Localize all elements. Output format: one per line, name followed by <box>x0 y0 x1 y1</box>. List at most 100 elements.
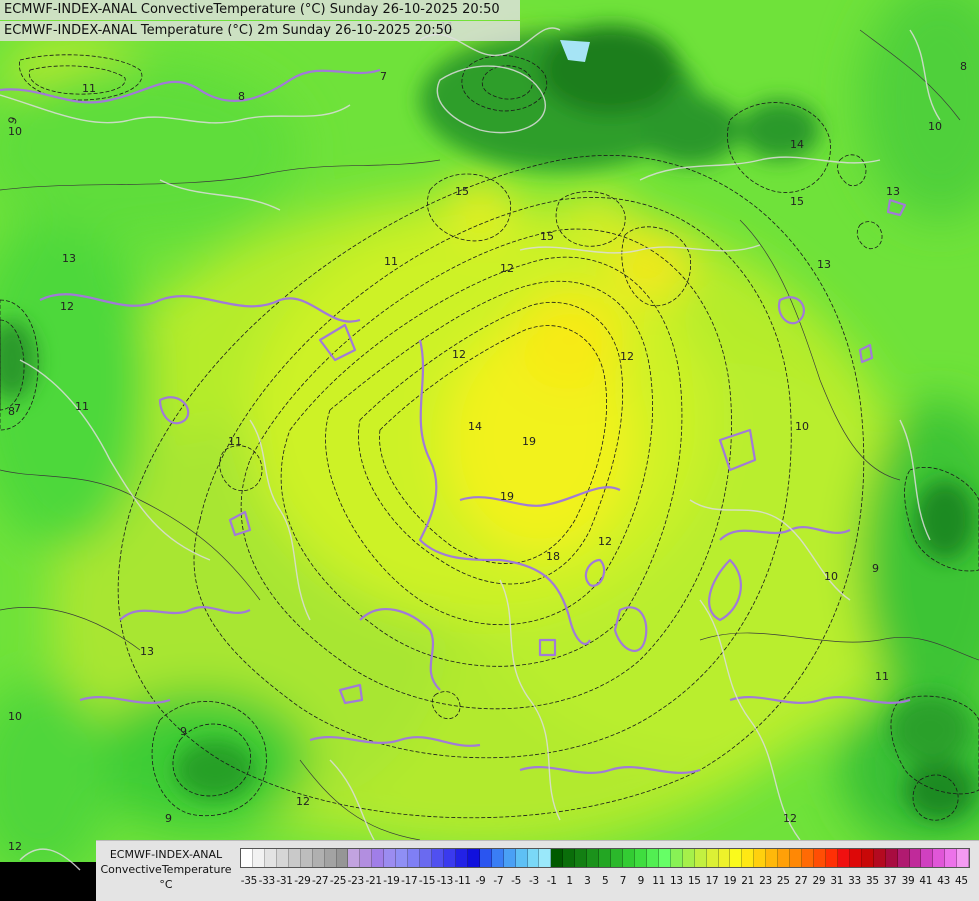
contour-label: 13 <box>817 258 831 271</box>
legend-swatch <box>646 849 659 867</box>
contour-label: 14 <box>790 138 804 151</box>
contour-label: 8 <box>960 60 967 73</box>
legend-tick: -9 <box>475 875 486 887</box>
legend-tick: 17 <box>705 875 719 887</box>
legend-tick: 29 <box>812 875 826 887</box>
contour-label: 7 <box>14 402 21 415</box>
legend-tick: -7 <box>493 875 504 887</box>
legend-swatch <box>611 849 623 867</box>
legend-tick: 11 <box>652 875 665 887</box>
legend-swatch <box>933 849 946 867</box>
contour-label: 8 <box>238 90 245 103</box>
legend-swatch <box>634 849 647 867</box>
legend-swatch <box>623 849 635 867</box>
legend-swatch <box>288 849 301 867</box>
legend-title: ECMWF-INDEX-ANAL ConvectiveTemperature °… <box>98 847 234 892</box>
legend-swatch <box>276 849 289 867</box>
legend-tick: -29 <box>294 875 311 887</box>
contour-label: 10 <box>824 570 838 583</box>
legend-tick: 1 <box>566 875 573 887</box>
contour-label: 12 <box>783 812 797 825</box>
legend-unit: °C <box>159 878 173 891</box>
legend-swatch <box>563 849 576 867</box>
legend-tick: -31 <box>276 875 293 887</box>
legend-swatch <box>861 849 874 867</box>
legend-tick: 39 <box>901 875 915 887</box>
legend-swatch <box>945 849 958 867</box>
legend-swatch <box>551 849 564 867</box>
contour-label: 12 <box>620 350 634 363</box>
legend-swatch <box>802 849 814 867</box>
legend-tick: 41 <box>919 875 933 887</box>
legend-swatch <box>396 849 409 867</box>
legend-tick: 7 <box>619 875 627 887</box>
legend-tick: -15 <box>418 875 436 887</box>
legend-swatch <box>694 849 707 867</box>
legend-swatch <box>539 849 552 867</box>
legend-swatch <box>455 849 468 867</box>
contour-label: 12 <box>60 300 74 313</box>
legend-tick: 21 <box>741 875 755 887</box>
legend-swatch <box>814 849 826 867</box>
legend-tick: 15 <box>687 875 701 887</box>
legend-tick: 27 <box>794 875 808 887</box>
legend-tick: -1 <box>546 875 557 887</box>
legend-swatch <box>348 849 361 867</box>
contour-label: 13 <box>140 645 154 658</box>
legend-tick: 45 <box>955 875 968 887</box>
contour-label: 15 <box>790 195 804 208</box>
legend-tick: 33 <box>848 875 861 887</box>
legend-tick: 43 <box>937 875 950 887</box>
legend-swatch <box>742 849 755 867</box>
legend-swatch <box>849 849 862 867</box>
legend-tick: -35 <box>240 875 258 887</box>
contour-label: 10 <box>795 420 809 433</box>
legend-swatch <box>300 849 313 867</box>
legend-swatch <box>575 849 588 867</box>
color-legend: ECMWF-INDEX-ANAL ConvectiveTemperature °… <box>96 840 979 901</box>
legend-tick: 31 <box>830 875 844 887</box>
legend-swatch <box>312 849 325 867</box>
legend-swatch <box>682 849 695 867</box>
legend-swatch <box>873 849 886 867</box>
legend-swatch <box>384 849 397 867</box>
legend-tick: 3 <box>584 875 591 887</box>
legend-swatch <box>420 849 432 867</box>
contour-label: 10 <box>928 120 942 133</box>
legend-tick: 9 <box>637 875 645 887</box>
legend-swatch <box>670 849 683 867</box>
legend-swatch <box>957 849 970 867</box>
contour-label: 11 <box>384 255 398 268</box>
legend-tick: 25 <box>776 875 790 887</box>
legend-swatch <box>766 849 779 867</box>
contour-label: 13 <box>62 252 76 265</box>
legend-tick-labels: -35 -33 -31 -29 -27 -25 -23 -21 -19 -17 -15 -13 -11-… <box>240 875 970 891</box>
legend-swatch <box>360 849 373 867</box>
legend-tick: -17 <box>401 875 418 887</box>
contour-label: 15 <box>455 185 469 198</box>
legend-swatch <box>252 849 265 867</box>
legend-swatch <box>718 849 731 867</box>
contour-label: 19 <box>500 490 514 503</box>
legend-title-variable: ConvectiveTemperature <box>100 863 232 876</box>
legend-swatch <box>491 849 504 867</box>
legend-swatch <box>336 849 349 867</box>
contour-label: 14 <box>468 420 482 433</box>
legend-swatch <box>264 849 277 867</box>
legend-swatch <box>587 849 600 867</box>
legend-swatch <box>324 849 337 867</box>
weather-map[interactable]: 11 10 9 8 7 13 12 11 15 14 15 13 12 12 1… <box>0 0 979 900</box>
legend-tick: -19 <box>383 875 400 887</box>
contour-label: 19 <box>522 435 536 448</box>
contour-label: 12 <box>500 262 514 275</box>
legend-tick: -13 <box>436 875 454 887</box>
contour-label: 11 <box>875 670 889 683</box>
legend-color-bar <box>240 848 970 868</box>
legend-swatch <box>837 849 850 867</box>
contour-label: 13 <box>886 185 900 198</box>
legend-swatch <box>730 849 743 867</box>
contour-label: 10 <box>8 125 22 138</box>
contour-label: 18 <box>546 550 560 563</box>
legend-swatch <box>515 849 528 867</box>
legend-swatch <box>909 849 922 867</box>
